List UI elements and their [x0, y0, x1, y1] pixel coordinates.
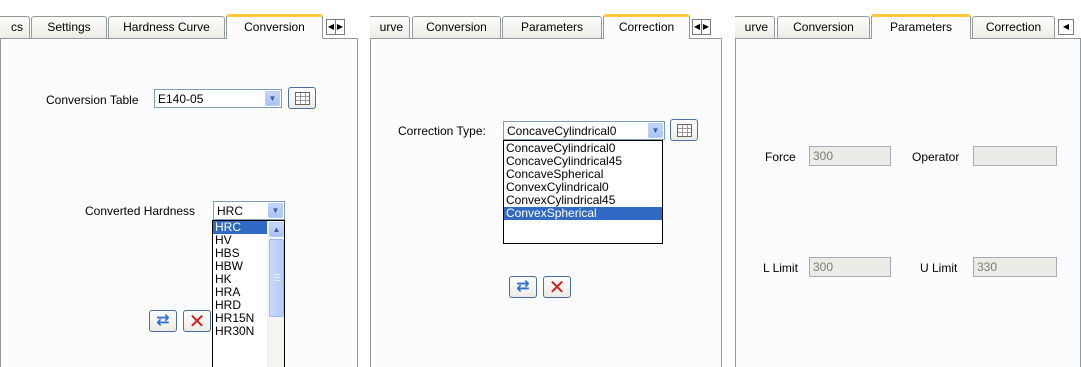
- tab-parameters[interactable]: Parameters: [871, 14, 971, 39]
- tab-partial[interactable]: cs: [0, 16, 30, 38]
- correction-type-label: Correction Type:: [398, 124, 486, 138]
- tab-scroll-buttons: ◀ ▶: [692, 19, 711, 35]
- refresh-button[interactable]: ⇄: [149, 310, 177, 332]
- converted-hardness-label: Converted Hardness: [85, 204, 196, 218]
- chevron-down-icon[interactable]: ▼: [265, 91, 280, 106]
- table-grid-button[interactable]: [670, 119, 698, 141]
- correction-dropdown-list: ConcaveCylindrical0 ConcaveCylindrical45 C…: [503, 140, 663, 244]
- tab-conversion[interactable]: Conversion: [777, 16, 870, 38]
- scroll-left-icon[interactable]: ◀: [327, 20, 335, 34]
- scroll-up-icon[interactable]: ▲: [269, 222, 284, 237]
- dropdown-scrollbar[interactable]: ▲: [267, 221, 284, 367]
- panel-parameters: urve Conversion Parameters Correction ◀ …: [735, 0, 1081, 367]
- conversion-table-select[interactable]: E140-05 ▼: [154, 89, 282, 108]
- hardness-dropdown-list: HRC HV HBS HBW HK HRA HRD HR15N HR30N ▲: [212, 220, 285, 367]
- tab-parameters[interactable]: Parameters: [502, 16, 602, 38]
- l-limit-field[interactable]: 300: [809, 257, 891, 277]
- u-limit-label: U Limit: [920, 261, 958, 275]
- tab-hardness-curve[interactable]: Hardness Curve: [108, 16, 225, 38]
- operator-field[interactable]: [973, 146, 1057, 166]
- operator-label: Operator: [912, 150, 960, 164]
- scroll-right-icon[interactable]: ▶: [701, 20, 710, 34]
- tab-correction[interactable]: Correction: [603, 14, 690, 39]
- tab-content: Correction Type: ConcaveCylindrical0 ▼ C…: [370, 38, 722, 367]
- dropdown-option[interactable]: ConvexSpherical: [504, 207, 662, 220]
- tab-conversion[interactable]: Conversion: [226, 14, 323, 39]
- scroll-right-icon[interactable]: ▶: [335, 20, 344, 34]
- tab-content: Conversion Table E140-05 ▼ Converted Har…: [0, 38, 358, 367]
- tab-strip: cs Settings Hardness Curve Conversion ◀ …: [0, 14, 358, 39]
- panel-correction: urve Conversion Parameters Correction ◀ …: [370, 0, 722, 367]
- scroll-left-icon[interactable]: ◀: [693, 20, 701, 34]
- cancel-button[interactable]: ✕: [543, 276, 571, 298]
- converted-hardness-value: HRC: [217, 204, 243, 218]
- tab-conversion[interactable]: Conversion: [412, 16, 501, 38]
- table-grid-icon: [676, 123, 692, 137]
- u-limit-field[interactable]: 330: [973, 257, 1057, 277]
- conversion-table-label: Conversion Table: [46, 93, 139, 107]
- correction-type-select[interactable]: ConcaveCylindrical0 ▼: [503, 121, 665, 140]
- close-icon: ✕: [548, 275, 566, 299]
- table-grid-icon: [294, 91, 310, 105]
- l-limit-label: L Limit: [763, 261, 798, 275]
- tab-scroll-buttons: ◀: [1058, 19, 1074, 35]
- tab-strip: urve Conversion Parameters Correction ◀: [735, 14, 1081, 39]
- cancel-button[interactable]: ✕: [183, 310, 211, 332]
- force-label: Force: [765, 150, 796, 164]
- refresh-icon: ⇄: [516, 278, 530, 295]
- tab-strip: urve Conversion Parameters Correction ◀ …: [370, 14, 722, 39]
- conversion-table-value: E140-05: [158, 92, 204, 106]
- tab-content: Force 300 Operator L Limit 300 U Limit 3…: [735, 38, 1081, 367]
- chevron-down-icon[interactable]: ▼: [648, 123, 663, 138]
- chevron-down-icon[interactable]: ▼: [268, 203, 283, 218]
- table-grid-button[interactable]: [288, 87, 316, 109]
- refresh-button[interactable]: ⇄: [509, 276, 537, 298]
- tab-partial[interactable]: urve: [735, 16, 775, 38]
- tab-partial[interactable]: urve: [370, 16, 410, 38]
- converted-hardness-select[interactable]: HRC ▼: [213, 201, 285, 220]
- refresh-icon: ⇄: [156, 312, 170, 329]
- tab-scroll-buttons: ◀ ▶: [326, 19, 345, 35]
- tab-settings[interactable]: Settings: [31, 16, 107, 38]
- scroll-left-icon[interactable]: ◀: [1059, 20, 1073, 34]
- tab-correction[interactable]: Correction: [972, 16, 1055, 38]
- scroll-thumb[interactable]: [269, 239, 284, 317]
- force-field[interactable]: 300: [809, 146, 891, 166]
- close-icon: ✕: [188, 309, 206, 333]
- correction-type-value: ConcaveCylindrical0: [507, 124, 617, 138]
- panel-conversion: cs Settings Hardness Curve Conversion ◀ …: [0, 0, 358, 367]
